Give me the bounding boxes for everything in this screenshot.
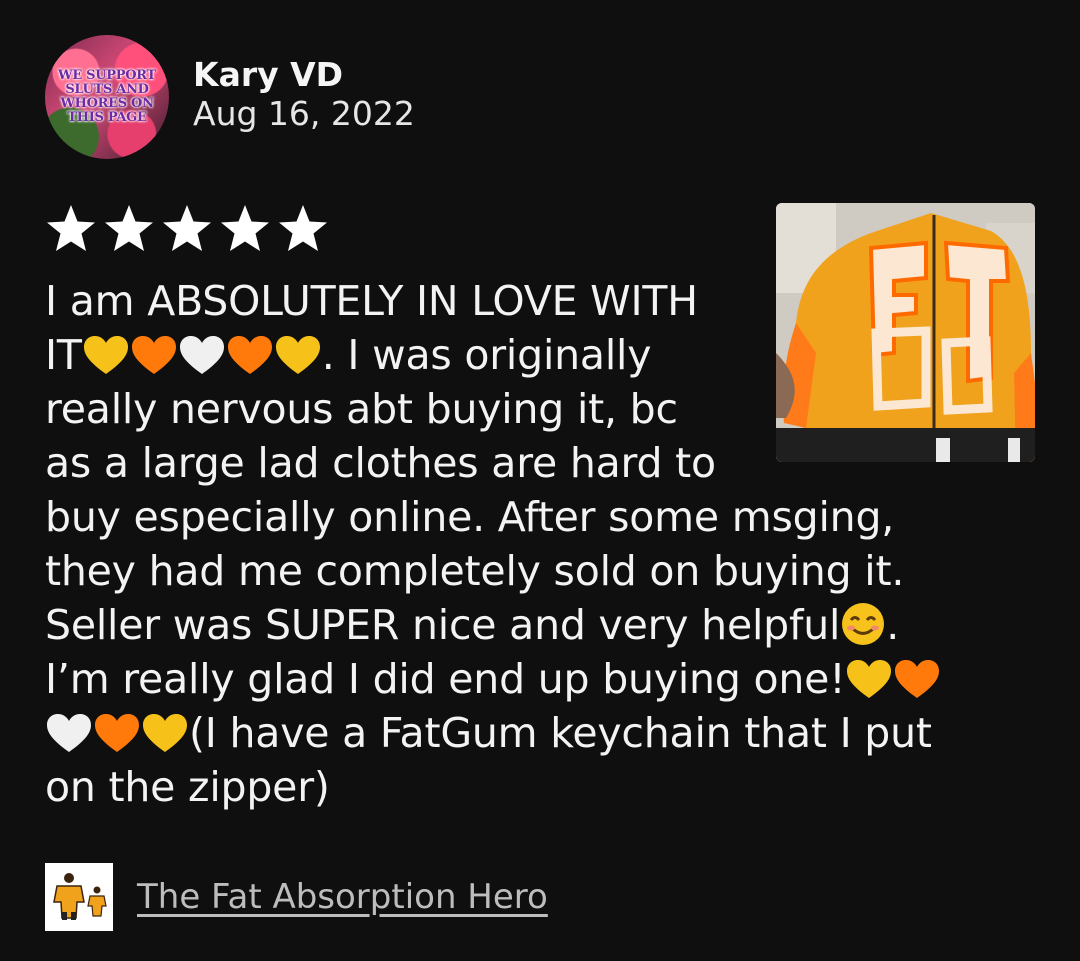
review-text-fragment: I’m really glad I did end up buying one!	[45, 655, 846, 703]
review-text-fragment: (I have a FatGum keychain that I put	[189, 709, 932, 757]
orange-heart-icon	[226, 335, 274, 375]
review-text-fragment: .	[886, 601, 900, 649]
star-icon	[103, 203, 155, 255]
review-line: buy especially online. After some msging…	[45, 493, 895, 541]
review-line: really nervous abt buying it, bc	[45, 385, 678, 433]
white-heart-icon	[178, 335, 226, 375]
review-line: they had me completely sold on buying it…	[45, 547, 905, 595]
reviewer-meta: Kary VD Aug 16, 2022	[193, 56, 415, 134]
smiling-face-icon	[842, 603, 885, 645]
review-text-fragment: IT	[45, 331, 82, 379]
reviewer-avatar[interactable]: WE SUPPORT SLUTS AND WHORES ON THIS PAGE	[45, 35, 169, 159]
review-line: IT . I was originally	[45, 328, 995, 382]
review-line: I am ABSOLUTELY IN LOVE WITH	[45, 277, 698, 325]
review-line: Seller was SUPER nice and very helpful.	[45, 598, 995, 652]
star-rating	[45, 203, 329, 255]
orange-heart-icon	[93, 713, 141, 753]
review-line: I’m really glad I did end up buying one!	[45, 652, 995, 706]
yellow-heart-icon	[274, 335, 322, 375]
orange-heart-icon	[130, 335, 178, 375]
orange-heart-icon	[893, 659, 941, 699]
review-text-fragment: Seller was SUPER nice and very helpful	[45, 601, 841, 649]
review-line: (I have a FatGum keychain that I put	[45, 706, 995, 760]
yellow-heart-icon	[141, 713, 189, 753]
yellow-heart-icon	[82, 335, 130, 375]
product-title-link[interactable]: The Fat Absorption Hero	[137, 877, 548, 917]
review-text: I am ABSOLUTELY IN LOVE WITH IT . I was o…	[45, 274, 995, 814]
review-header: WE SUPPORT SLUTS AND WHORES ON THIS PAGE Ka…	[45, 35, 415, 159]
star-icon	[45, 203, 97, 255]
yellow-heart-icon	[845, 659, 893, 699]
white-heart-icon	[45, 713, 93, 753]
star-icon	[161, 203, 213, 255]
star-icon	[277, 203, 329, 255]
review-line: on the zipper)	[45, 763, 330, 811]
review-line: as a large lad clothes are hard to	[45, 439, 716, 487]
review-date: Aug 16, 2022	[193, 94, 415, 133]
star-icon	[219, 203, 271, 255]
product-reference: The Fat Absorption Hero	[45, 863, 548, 931]
reviewer-name[interactable]: Kary VD	[193, 56, 415, 94]
review-text-fragment: . I was originally	[321, 331, 652, 379]
product-figure-icon	[53, 873, 107, 920]
avatar-caption: WE SUPPORT SLUTS AND WHORES ON THIS PAGE	[58, 68, 156, 125]
product-thumbnail[interactable]	[45, 863, 113, 931]
